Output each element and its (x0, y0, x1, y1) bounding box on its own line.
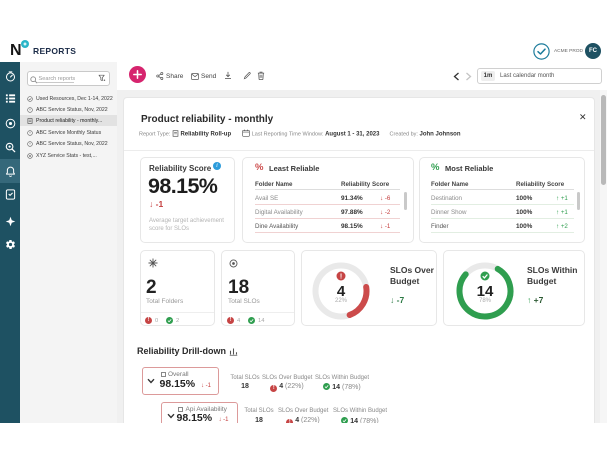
svg-text:!: ! (340, 274, 342, 281)
